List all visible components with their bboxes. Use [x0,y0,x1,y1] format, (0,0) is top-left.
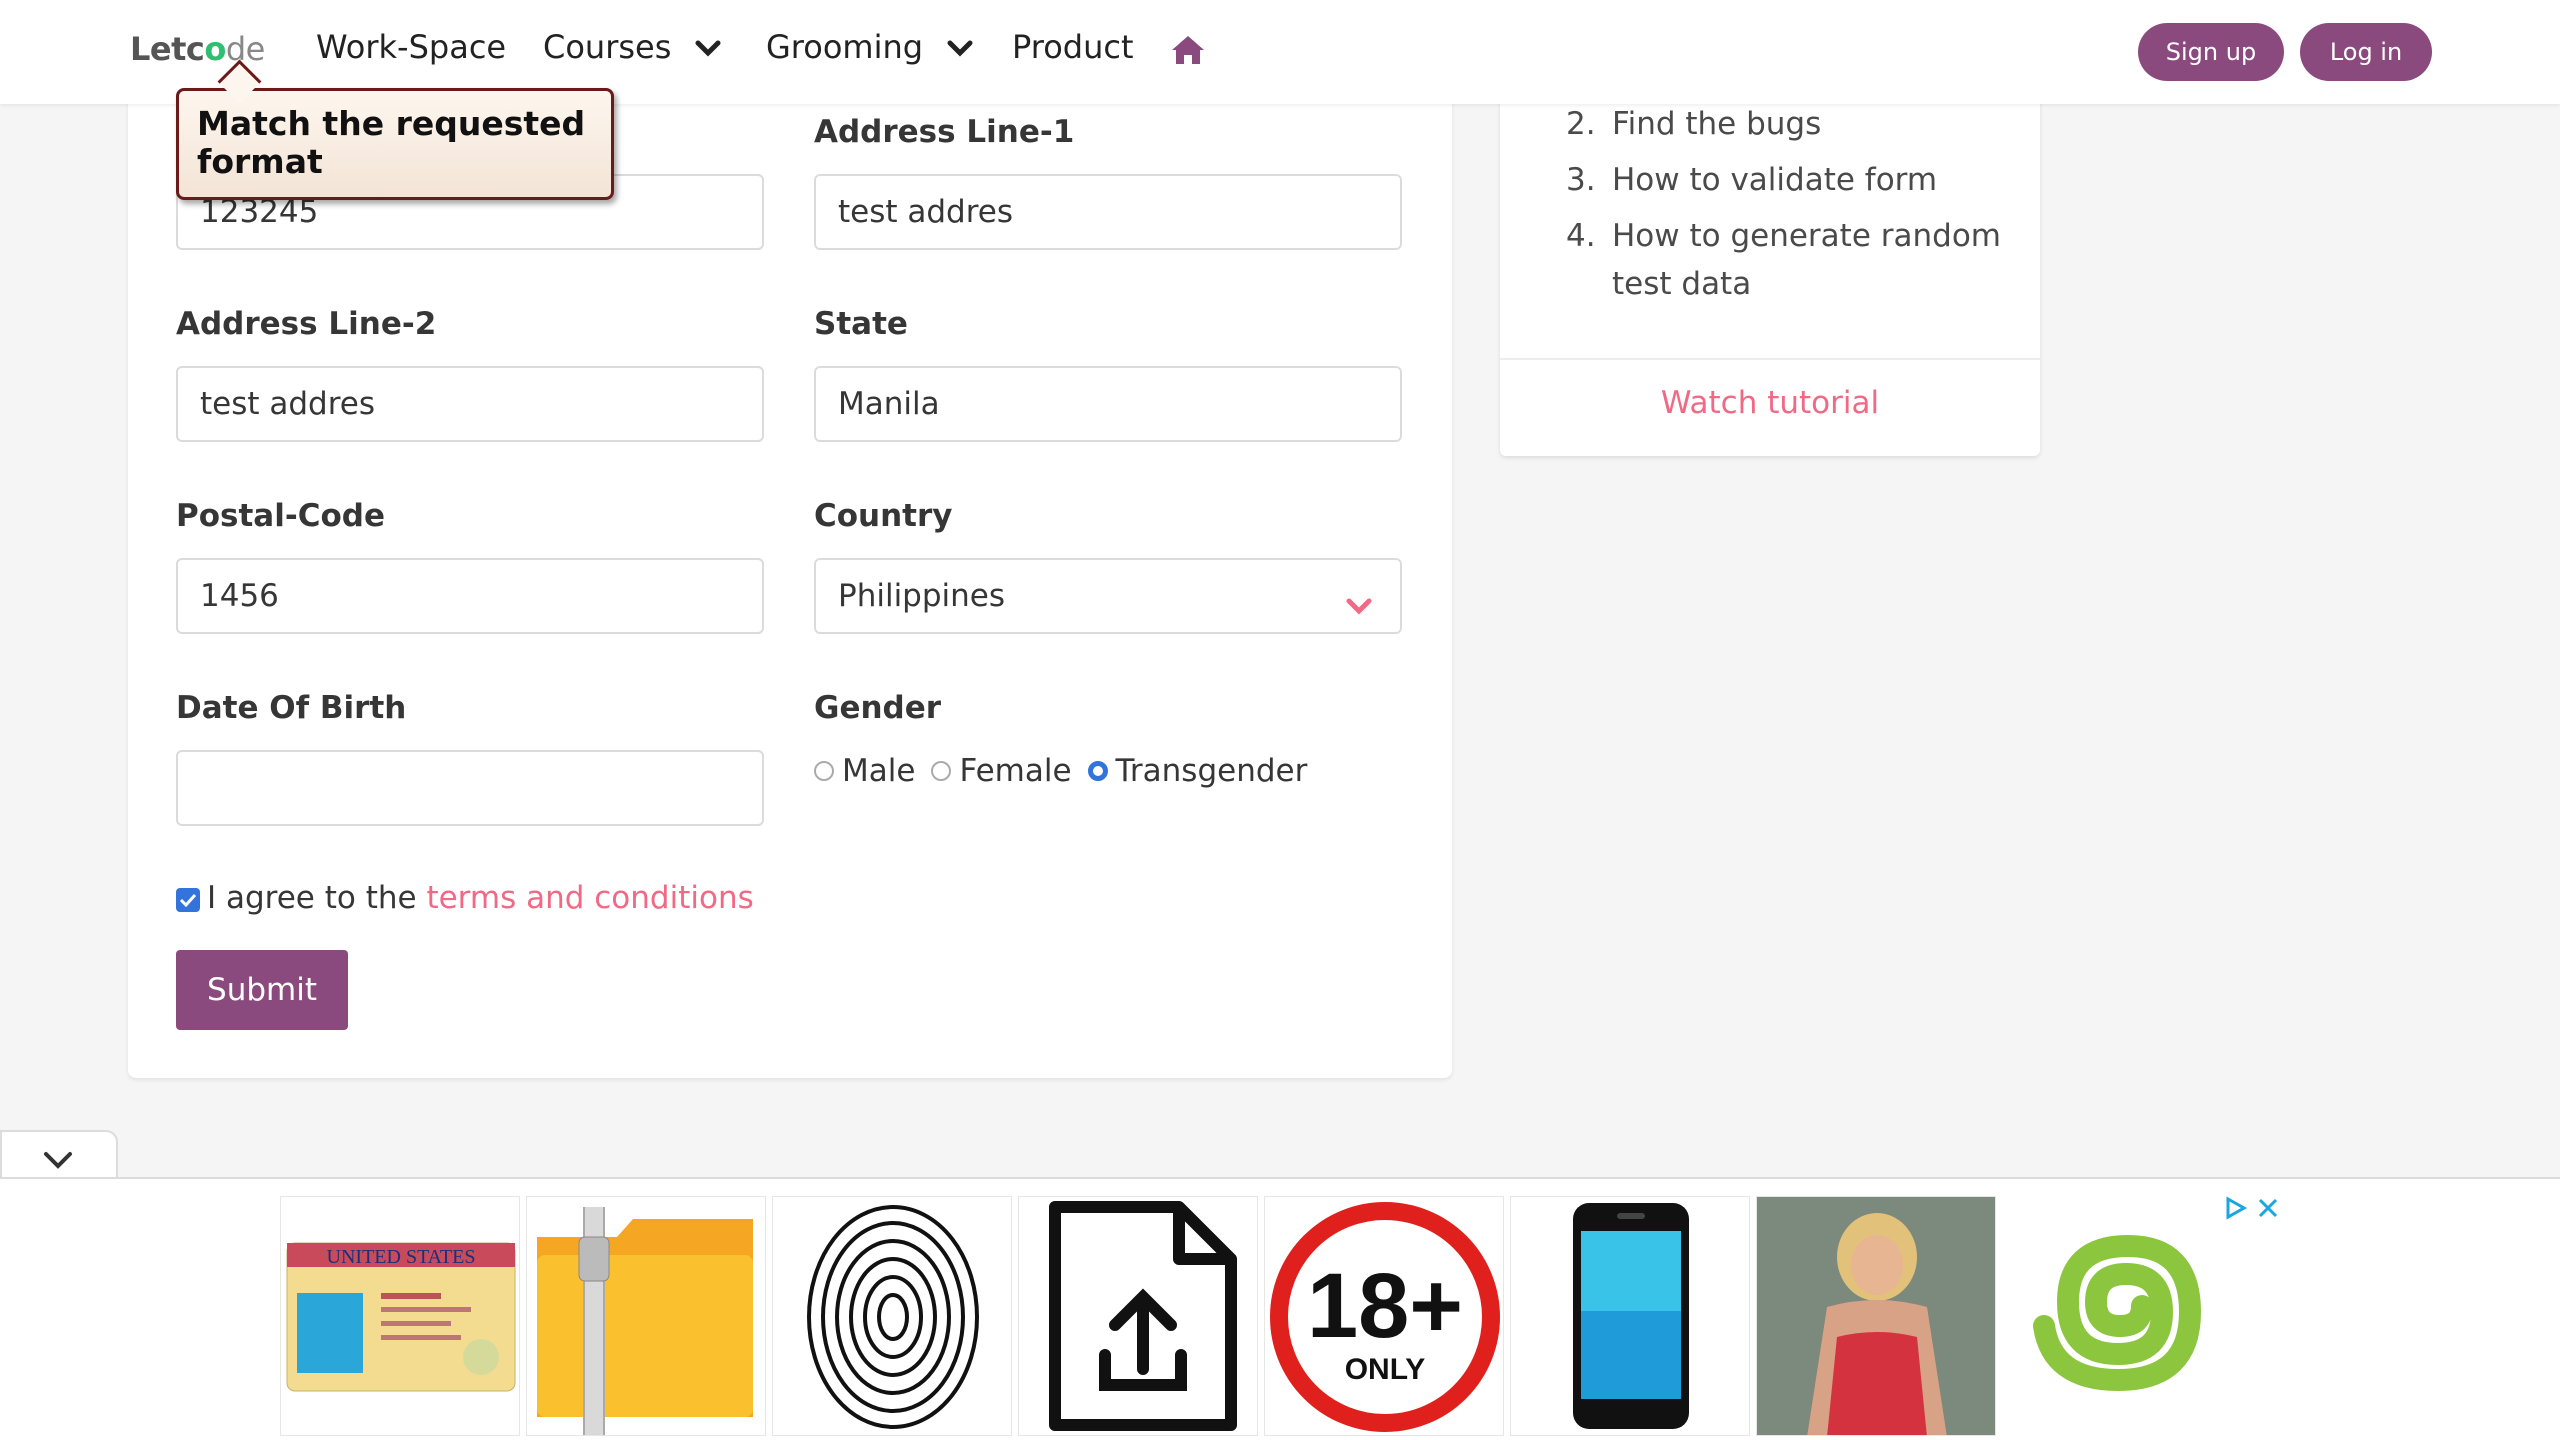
state-value: Manila [838,386,940,422]
agree-checkbox[interactable] [176,888,200,912]
gender-female-label[interactable]: Female [959,753,1071,789]
home-icon[interactable] [1170,34,1206,70]
watch-tutorial-link[interactable]: Watch tutorial [1500,385,2040,421]
chevron-down-icon [695,28,721,66]
nav-courses[interactable]: Courses [543,28,721,66]
validation-tooltip: Match the requested format [176,88,614,200]
logo-text-right: de [225,30,266,68]
address-line-2-label: Address Line-2 [176,306,437,342]
tutorial-list-item: 3. How to validate form [1566,162,1937,198]
submit-button[interactable]: Submit [176,950,348,1030]
woman-photo [1757,1197,1995,1435]
ad-collapse-tab[interactable] [0,1130,118,1180]
check-icon [179,893,197,907]
eighteen-plus-text: 18+ [1307,1255,1463,1357]
nav-courses-label: Courses [543,28,672,66]
nav-work-space-label: Work-Space [316,28,507,66]
file-upload-image [1049,1201,1237,1431]
sign-up-button[interactable]: Sign up [2138,23,2284,81]
nav-product-label: Product [1012,28,1134,66]
zip-folder-image [537,1207,753,1435]
terms-and-conditions-link[interactable]: terms and conditions [426,880,753,916]
state-input[interactable]: Manila [814,366,1402,442]
country-select[interactable]: Philippines [814,558,1402,634]
gender-male-radio[interactable] [814,761,834,781]
spiral-logo [2033,1234,2202,1392]
ad-tile-upload[interactable] [1018,1196,1258,1436]
tutorial-item-number: 2. [1566,106,1596,142]
tutorial-item-text: test data [1612,266,1752,302]
nav-grooming[interactable]: Grooming [766,28,973,66]
chevron-down-icon [44,1152,72,1169]
ad-tile-fingerprint[interactable] [772,1196,1012,1436]
tutorial-item-text: How to validate form [1612,162,1938,198]
nav-grooming-label: Grooming [766,28,924,66]
gender-transgender-label[interactable]: Transgender [1116,753,1308,789]
gender-female-radio[interactable] [931,761,952,781]
tutorial-list-item: 2. Find the bugs [1566,106,1821,142]
chevron-down-icon [1346,588,1372,624]
ad-tile-phone[interactable] [1510,1196,1750,1436]
tutorial-item-text: How to generate random [1612,218,2001,254]
logo-text-left: Letc [130,30,205,68]
postal-code-input[interactable]: 1456 [176,558,764,634]
agree-text: I agree to the terms and conditions [207,880,754,916]
tutorial-list-item: 4. How to generate random [1566,218,2001,254]
tutorial-divider [1500,358,2040,360]
letcode-logo[interactable]: Letcode [130,30,265,68]
only-text: ONLY [1345,1353,1426,1386]
tutorial-item-text: Find the bugs [1612,106,1822,142]
address-line-1-label: Address Line-1 [814,114,1075,150]
agree-label: I agree to the [207,880,417,916]
address-line-1-input[interactable]: test addres [814,174,1402,250]
gender-transgender-radio[interactable] [1087,761,1108,781]
nav-product[interactable]: Product [1012,28,1134,66]
gender-label: Gender [814,690,942,726]
fingerprint-image [807,1205,979,1429]
logo-text-o: o [204,30,226,68]
tutorial-list-item: test data [1566,266,1751,302]
18-plus-image: 18+ ONLY [1270,1202,1500,1432]
ad-close-icon[interactable] [2256,1196,2280,1224]
ad-choices-icon[interactable] [2224,1196,2248,1224]
date-of-birth-label: Date Of Birth [176,690,407,726]
date-of-birth-input[interactable] [176,750,764,826]
state-label: State [814,306,908,342]
driver-license-image: UNITED STATES [286,1242,516,1392]
ad-tile-zip[interactable] [526,1196,766,1436]
license-title: UNITED STATES [327,1246,476,1268]
address-line-1-value: test addres [838,194,1014,230]
ad-tile-spiral[interactable] [2002,1196,2242,1436]
ad-tile-license[interactable]: UNITED STATES [280,1196,520,1436]
tutorial-item-number: 3. [1566,162,1596,198]
ad-tile-photo[interactable] [1756,1196,1996,1436]
chevron-down-icon [947,28,973,66]
address-line-2-input[interactable]: test addres [176,366,764,442]
gender-male-label[interactable]: Male [842,753,915,789]
postal-code-label: Postal-Code [176,498,385,534]
country-label: Country [814,498,953,534]
log-in-button[interactable]: Log in [2300,23,2432,81]
smartphone-image [1573,1203,1689,1429]
nav-work-space[interactable]: Work-Space [316,28,506,66]
tutorial-item-number: 4. [1566,218,1596,254]
address-line-2-value: test addres [200,386,376,422]
postal-code-value: 1456 [200,578,279,614]
gender-radio-group: Male Female Transgender [814,753,1323,789]
country-value: Philippines [838,578,1006,614]
ad-tile-18-plus[interactable]: 18+ ONLY [1264,1196,1504,1436]
